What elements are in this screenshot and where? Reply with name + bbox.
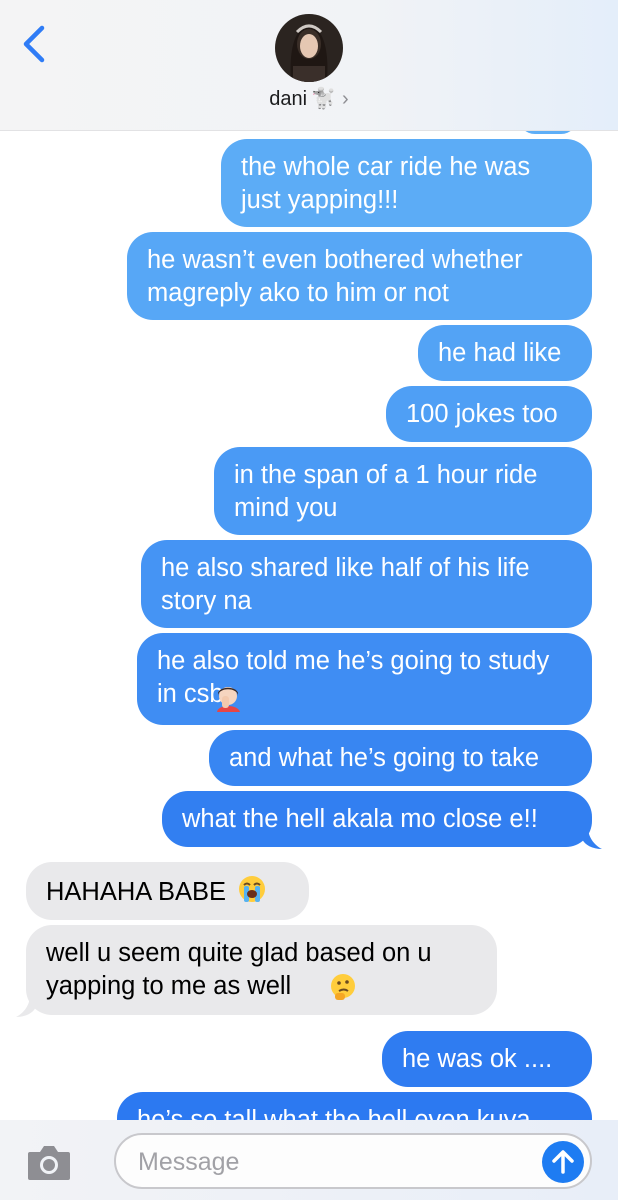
thinking-face-emoji-icon xyxy=(331,974,355,1000)
poodle-emoji-icon: 🐩 xyxy=(311,88,337,110)
message-bubble[interactable]: and what he’s going to take xyxy=(209,730,592,786)
avatar[interactable] xyxy=(275,14,343,82)
message-thread[interactable]: the whole car ride he was just yapping!!… xyxy=(0,0,618,1200)
chevron-left-icon[interactable] xyxy=(18,24,52,64)
facepalm-emoji-icon xyxy=(217,687,240,712)
message-bubble[interactable]: he also told me he’s going to study in c… xyxy=(137,633,592,725)
message-bubble[interactable]: he wasn’t even bothered whether magreply… xyxy=(127,232,592,320)
message-text: HAHAHA BABE xyxy=(46,878,226,906)
message-text: in the span of a 1 hour ride mind you xyxy=(234,461,538,522)
message-input[interactable]: Message xyxy=(114,1133,592,1189)
send-button[interactable] xyxy=(542,1141,584,1183)
message-bubble[interactable]: he had like xyxy=(418,325,592,381)
arrow-up-icon xyxy=(552,1150,574,1174)
message-bubble[interactable]: 100 jokes too xyxy=(386,386,592,442)
message-text: he also shared like half of his life sto… xyxy=(161,554,530,615)
camera-icon[interactable] xyxy=(26,1142,72,1182)
message-bubble-incoming[interactable]: HAHAHA BABE xyxy=(26,862,309,920)
message-placeholder: Message xyxy=(138,1148,240,1176)
message-bubble[interactable]: the whole car ride he was just yapping!!… xyxy=(221,139,592,227)
bubble-tail xyxy=(582,827,602,849)
message-bubble[interactable]: he was ok .... xyxy=(382,1031,592,1087)
bubble-tail-incoming xyxy=(16,995,36,1017)
message-bubble[interactable]: he also shared like half of his life sto… xyxy=(141,540,592,628)
message-text: the whole car ride he was just yapping!!… xyxy=(241,153,531,214)
contact-name: dani xyxy=(269,88,308,110)
message-composer: Message xyxy=(0,1120,618,1200)
message-text: well u seem quite glad based on u yappin… xyxy=(46,939,432,1000)
message-text: he had like xyxy=(438,339,562,367)
message-text: 100 jokes too xyxy=(406,400,558,428)
message-bubble[interactable]: in the span of a 1 hour ride mind you xyxy=(214,447,592,535)
conversation-header: dani 🐩 › xyxy=(0,0,618,131)
message-text: what the hell akala mo close e!! xyxy=(182,805,538,833)
message-bubble-incoming[interactable]: well u seem quite glad based on u yappin… xyxy=(26,925,497,1015)
contact-name-row[interactable]: dani 🐩 › xyxy=(0,86,618,111)
chevron-right-icon: › xyxy=(342,88,349,110)
message-text: and what he’s going to take xyxy=(229,744,540,772)
message-bubble[interactable]: what the hell akala mo close e!! xyxy=(162,791,592,847)
message-text: he wasn’t even bothered whether magreply… xyxy=(147,246,523,307)
loudly-crying-emoji-icon xyxy=(239,876,266,902)
message-text: he was ok .... xyxy=(402,1045,553,1073)
